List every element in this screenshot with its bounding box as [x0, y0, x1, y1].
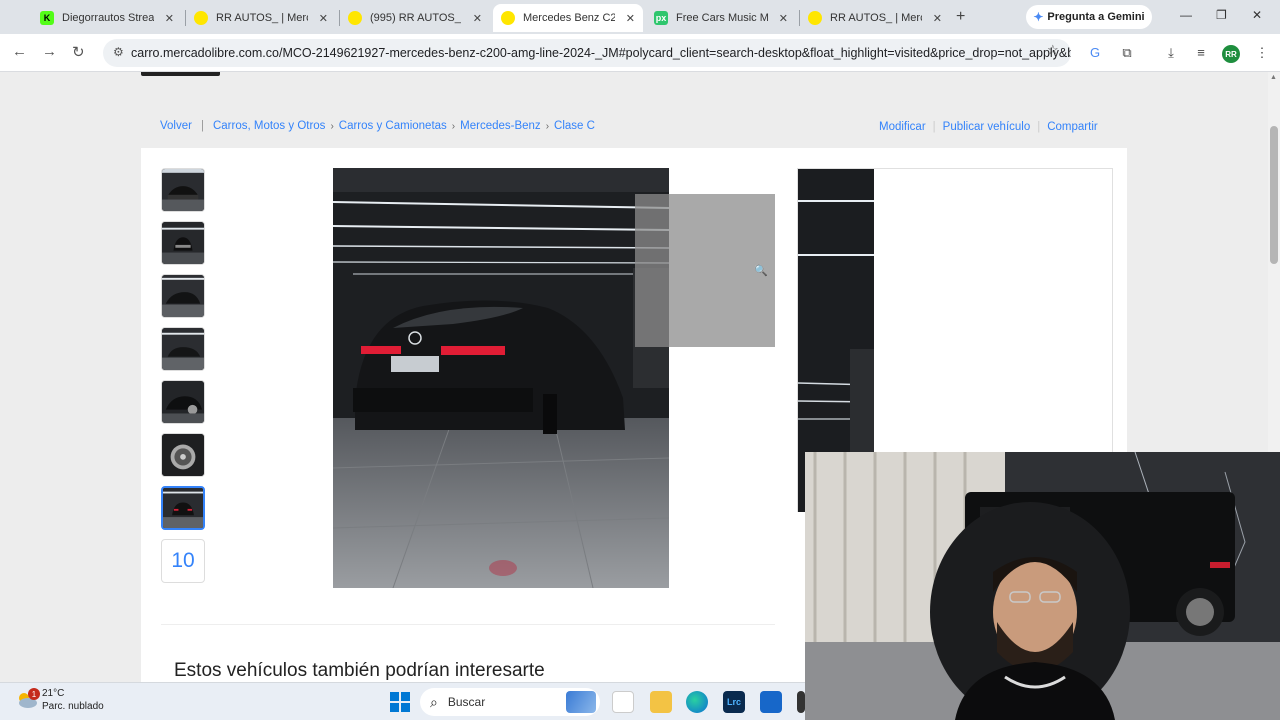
address-bar[interactable]: ⚙ carro.mercadolibre.com.co/MCO-21496219… [103, 39, 1071, 67]
close-icon[interactable]: ✕ [473, 12, 482, 25]
gemini-button[interactable]: ✦ Pregunta a Gemini [1026, 5, 1152, 29]
tab-rr-autos-3[interactable]: RR AUTOS_ | Mercado ✕ [800, 4, 950, 32]
breadcrumb-item[interactable]: Carros, Motos y Otros [213, 120, 325, 132]
tab-title: RR AUTOS_ | Mercado [216, 12, 308, 24]
chevron-right-icon: › [330, 120, 334, 132]
download-icon[interactable]: ⤓ [1163, 45, 1179, 61]
recommendations-title: Estos vehículos también podrían interesa… [174, 660, 545, 681]
forward-icon[interactable]: → [42, 43, 57, 60]
back-link[interactable]: Volver [160, 120, 192, 132]
taskbar-app-icon[interactable] [797, 691, 805, 713]
media-controls-icon[interactable]: ≡ [1193, 45, 1209, 61]
profile-avatar[interactable]: RR [1222, 45, 1240, 63]
tab-title: RR AUTOS_ | Mercado [830, 12, 922, 24]
tab-diegorrautos[interactable]: K Diegorrautos Stream ✕ [32, 4, 182, 32]
scroll-up-icon[interactable]: ▲ [1270, 74, 1277, 81]
browser-toolbar: ← → ↻ ⚙ carro.mercadolibre.com.co/MCO-21… [0, 34, 1280, 72]
close-icon[interactable]: ✕ [626, 12, 635, 25]
breadcrumb-item[interactable]: Mercedes-Benz [460, 120, 541, 132]
translate-icon[interactable]: G [1087, 45, 1103, 61]
task-view-icon[interactable] [612, 691, 634, 713]
windows-start-icon[interactable] [390, 692, 410, 712]
gemini-sparkle-icon: ✦ [1033, 10, 1044, 24]
minimize-icon[interactable]: — [1180, 8, 1192, 22]
zoom-in-icon: 🔍 [754, 265, 768, 277]
close-icon[interactable]: ✕ [933, 12, 942, 25]
tab-title: Mercedes Benz C200 [523, 12, 615, 24]
back-icon[interactable]: ← [12, 43, 27, 60]
tab-mercedes-benz[interactable]: Mercedes Benz C200 ✕ [493, 4, 643, 32]
breadcrumb-divider: | [200, 120, 204, 132]
more-photos-count: 10 [171, 549, 195, 572]
actions-divider: | [932, 121, 936, 133]
site-info-icon[interactable]: ⚙ [113, 45, 124, 59]
gallery-thumbnail[interactable] [161, 327, 205, 371]
kick-icon: K [40, 11, 54, 25]
more-photos-button[interactable]: 10 [161, 539, 205, 583]
chevron-right-icon: › [545, 120, 550, 132]
close-icon[interactable]: ✕ [319, 12, 328, 25]
tab-title: (995) RR AUTOS_ | M [370, 12, 462, 24]
browser-tab-strip: K Diegorrautos Stream ✕ RR AUTOS_ | Merc… [0, 0, 1280, 34]
partly-cloudy-icon: 1 [16, 688, 40, 710]
tab-free-cars-music[interactable]: px Free Cars Music MP3 ✕ [646, 4, 796, 32]
breadcrumb: Volver | Carros, Motos y Otros › Carros … [160, 120, 595, 132]
weather-temp: 21°C [42, 688, 65, 699]
share-link[interactable]: Compartir [1047, 121, 1097, 133]
modify-link[interactable]: Modificar [879, 121, 926, 133]
listing-actions: Modificar | Publicar vehículo | Comparti… [879, 121, 1098, 133]
gallery-thumbnail[interactable] [161, 380, 205, 424]
reload-icon[interactable]: ↻ [72, 43, 85, 61]
tab-title: Free Cars Music MP3 [676, 12, 768, 24]
file-explorer-icon[interactable] [650, 691, 672, 713]
section-divider [161, 624, 775, 625]
search-icon: ⌕ [430, 693, 438, 710]
tab-title: Diegorrautos Stream [62, 12, 154, 24]
header-bar-edge [141, 72, 220, 76]
close-window-icon[interactable]: ✕ [1252, 8, 1262, 22]
notification-badge: 1 [28, 688, 40, 700]
actions-divider: | [1037, 121, 1041, 133]
mercadolibre-icon [348, 11, 362, 25]
chevron-right-icon: › [451, 120, 456, 132]
new-tab-icon[interactable]: + [956, 8, 965, 26]
tab-rr-autos-2[interactable]: (995) RR AUTOS_ | M ✕ [340, 4, 490, 32]
menu-kebab-icon[interactable]: ⋮ [1254, 45, 1270, 61]
weather-desc: Parc. nublado [42, 701, 104, 712]
gallery-thumbnail[interactable] [161, 274, 205, 318]
gallery-thumbnail[interactable] [161, 221, 205, 265]
gallery-thumbnail[interactable] [161, 433, 205, 477]
mercadolibre-icon [501, 11, 515, 25]
breadcrumb-item[interactable]: Carros y Camionetas [339, 120, 447, 132]
restore-icon[interactable]: ❐ [1216, 8, 1227, 22]
main-photo[interactable] [333, 168, 669, 588]
gallery-thumbnail[interactable] [161, 168, 205, 212]
scrollbar-thumb[interactable] [1270, 126, 1278, 264]
mercadolibre-icon [194, 11, 208, 25]
search-highlight-icon [566, 691, 596, 713]
weather-widget[interactable]: 1 21°C Parc. nublado [16, 687, 104, 713]
publish-vehicle-link[interactable]: Publicar vehículo [943, 121, 1031, 133]
url-text: carro.mercadolibre.com.co/MCO-2149621927… [131, 46, 1071, 60]
close-icon[interactable]: ✕ [165, 12, 174, 25]
pixabay-icon: px [654, 11, 668, 25]
tab-rr-autos-1[interactable]: RR AUTOS_ | Mercado ✕ [186, 4, 336, 32]
windows-taskbar: 1 21°C Parc. nublado ⌕ Buscar Lrc [0, 682, 805, 720]
lightroom-icon[interactable]: Lrc [723, 691, 745, 713]
gallery-thumbnail-selected[interactable] [161, 486, 205, 530]
gemini-label: Pregunta a Gemini [1047, 11, 1145, 23]
webcam-overlay [805, 452, 1280, 720]
extensions-icon[interactable]: ⧉ [1119, 45, 1135, 61]
edge-icon[interactable] [686, 691, 708, 713]
breadcrumb-item[interactable]: Clase C [554, 120, 595, 132]
bookmark-star-icon[interactable]: ☆ [1047, 42, 1059, 58]
store-icon[interactable] [760, 691, 782, 713]
taskbar-search-placeholder: Buscar [447, 695, 486, 709]
mercadolibre-icon [808, 11, 822, 25]
close-icon[interactable]: ✕ [779, 12, 788, 25]
